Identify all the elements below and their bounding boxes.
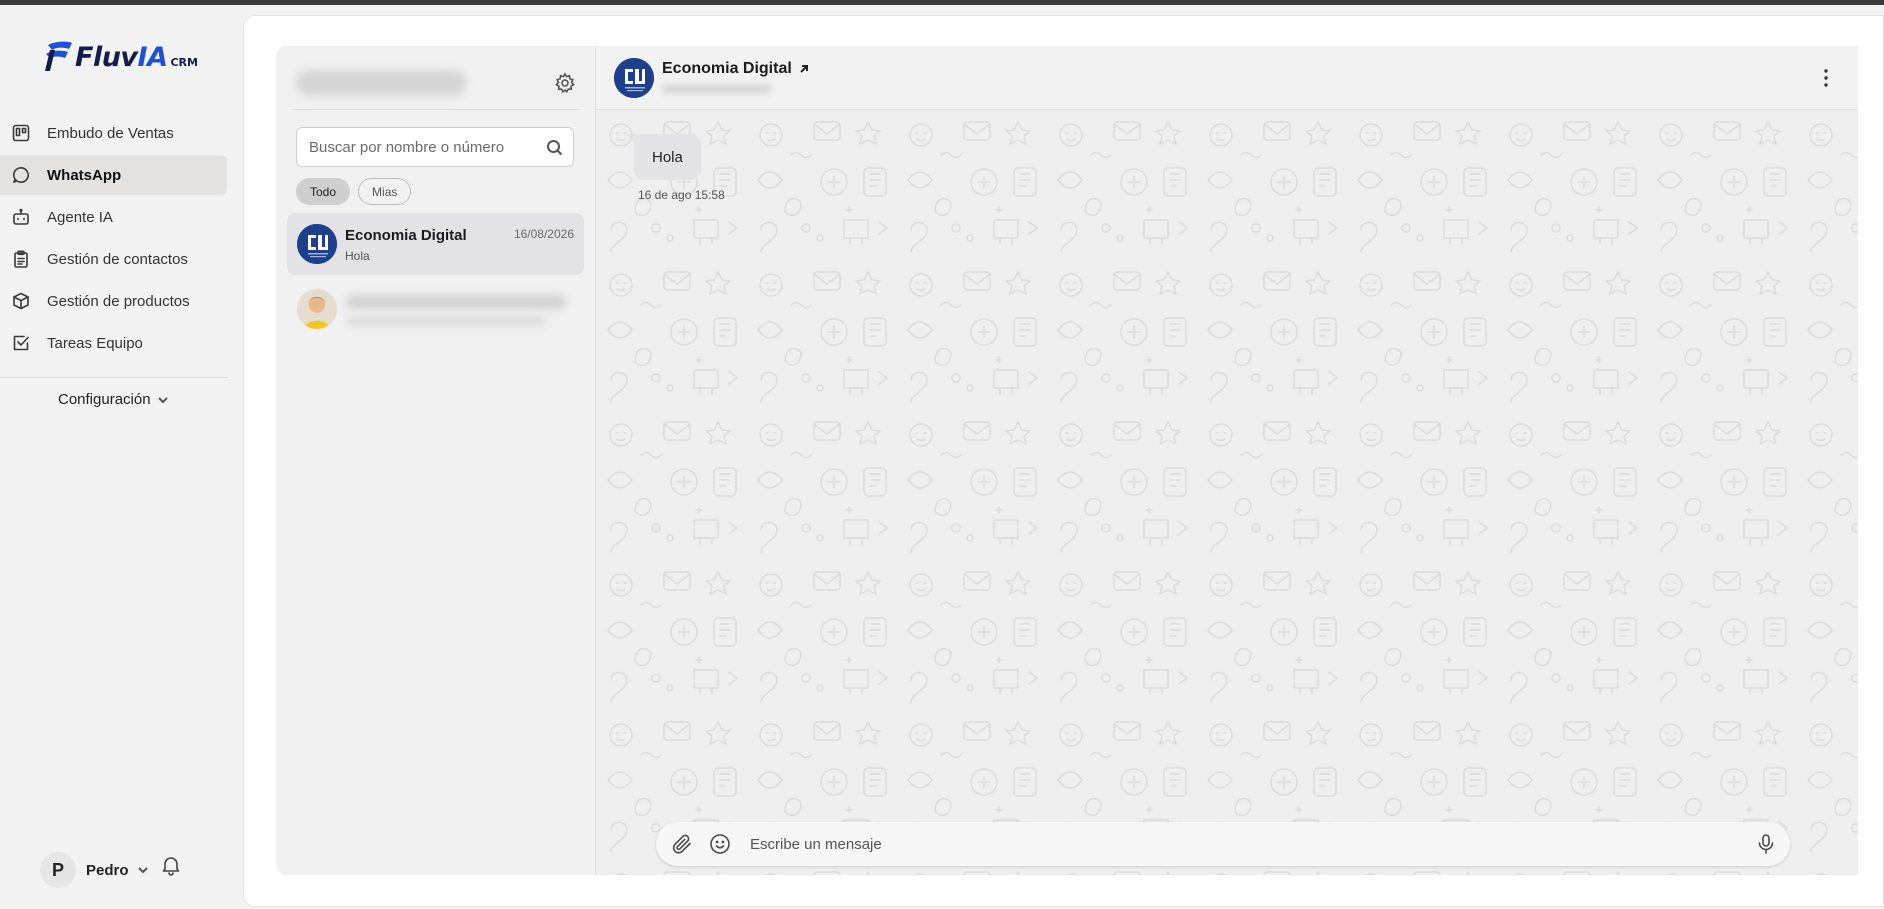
contact-avatar xyxy=(297,224,337,264)
logo-text: FluvIA xyxy=(75,42,168,73)
conversation-preview: Hola xyxy=(345,249,370,263)
sidebar-item-label: Embudo de Ventas xyxy=(47,124,174,142)
chat-wallpaper xyxy=(596,110,1858,875)
bell-icon[interactable] xyxy=(160,854,182,876)
search-input[interactable] xyxy=(297,138,537,156)
conversation-date: 16/08/2026 xyxy=(513,227,574,241)
message-composer xyxy=(656,822,1790,866)
sidebar: FluvIA CRM Embudo de Ventas WhatsApp Age… xyxy=(0,5,243,909)
paperclip-icon[interactable] xyxy=(670,832,694,856)
message-timestamp: 16 de ago 15:58 xyxy=(638,188,725,202)
filter-chips: Todo Mias xyxy=(296,178,412,205)
kanban-icon xyxy=(12,124,30,142)
sidebar-divider xyxy=(0,377,228,378)
config-label: Configuración xyxy=(58,391,151,408)
config-dropdown[interactable]: Configuración xyxy=(58,391,169,408)
emoji-icon[interactable] xyxy=(708,832,732,856)
chat-header: Economia Digital xyxy=(596,46,1858,110)
blurred-contact-status xyxy=(662,84,772,94)
microphone-icon[interactable] xyxy=(1754,832,1778,856)
chat-list-divider xyxy=(292,109,580,110)
message-bubble: Hola xyxy=(634,134,701,180)
contact-avatar[interactable] xyxy=(614,58,654,98)
clipboard-icon xyxy=(12,250,30,268)
chat-list-panel: Todo Mias Economia Digital 16/08/2026 Ho… xyxy=(276,46,596,875)
sidebar-item-embudo-de-ventas[interactable]: Embudo de Ventas xyxy=(0,113,227,153)
gear-icon[interactable] xyxy=(554,72,576,94)
chat-area: Economia Digital Hola 16 de ago 15:58 xyxy=(596,46,1858,875)
external-link-icon xyxy=(800,65,808,73)
user-menu[interactable]: P Pedro xyxy=(40,852,149,888)
logo-crm: CRM xyxy=(170,56,198,69)
user-name: Pedro xyxy=(86,861,129,879)
fluvia-logo-icon xyxy=(45,41,72,71)
chevron-down-icon xyxy=(157,396,168,403)
sidebar-item-label: Agente IA xyxy=(47,208,113,226)
blurred-account-name xyxy=(296,70,466,96)
message-text: Hola xyxy=(652,148,683,166)
search-box xyxy=(296,127,574,167)
sidebar-item-label: Gestión de productos xyxy=(47,292,190,310)
conversation-name: Economia Digital xyxy=(345,227,467,244)
sidebar-item-label: Gestión de contactos xyxy=(47,250,188,268)
brand-logo[interactable]: FluvIA CRM xyxy=(42,39,198,73)
filter-chip-todo[interactable]: Todo xyxy=(296,178,351,205)
more-options-icon[interactable] xyxy=(1816,66,1836,90)
sidebar-item-gestion-de-productos[interactable]: Gestión de productos xyxy=(0,281,227,321)
blurred-conversation-name xyxy=(346,295,566,309)
sidebar-item-tareas-equipo[interactable]: Tareas Equipo xyxy=(0,323,227,363)
avatar: P xyxy=(40,852,76,888)
sidebar-item-whatsapp[interactable]: WhatsApp xyxy=(0,155,227,195)
chevron-down-icon xyxy=(137,867,148,874)
filter-chip-mias[interactable]: Mias xyxy=(358,178,412,205)
chat-contact-name-text: Economia Digital xyxy=(662,60,792,77)
sidebar-nav: Embudo de Ventas WhatsApp Agente IA Gest… xyxy=(0,113,243,365)
box-icon xyxy=(12,292,30,310)
sidebar-item-label: Tareas Equipo xyxy=(47,334,143,352)
blurred-conversation-preview xyxy=(346,316,546,326)
robot-icon xyxy=(12,208,30,226)
sidebar-item-label: WhatsApp xyxy=(47,166,122,184)
message-input[interactable] xyxy=(750,835,1710,853)
sidebar-item-gestion-de-contactos[interactable]: Gestión de contactos xyxy=(0,239,227,279)
contact-avatar[interactable] xyxy=(297,289,337,329)
sidebar-item-agente-ia[interactable]: Agente IA xyxy=(0,197,227,237)
conversation-item[interactable]: Economia Digital 16/08/2026 Hola xyxy=(287,213,584,275)
window-top-bar xyxy=(0,0,1884,5)
checkbox-icon xyxy=(12,334,30,352)
search-icon[interactable] xyxy=(546,139,563,156)
chat-contact-name[interactable]: Economia Digital xyxy=(662,60,810,78)
chat-bubble-icon xyxy=(12,166,30,184)
